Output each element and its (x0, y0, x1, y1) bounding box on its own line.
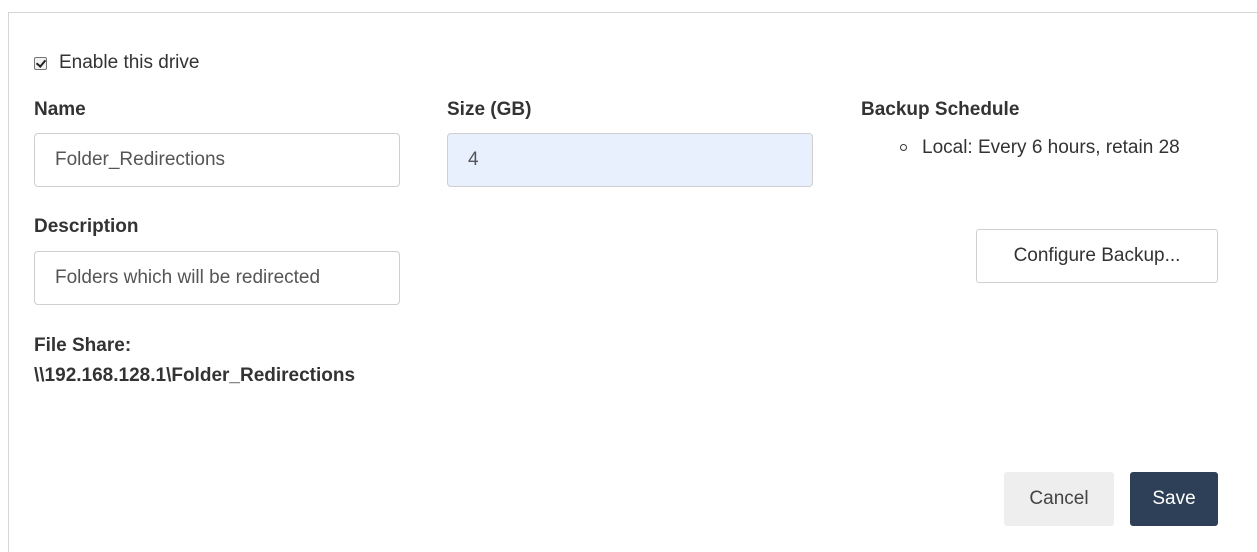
enable-drive-row[interactable]: Enable this drive (34, 50, 199, 76)
configure-backup-button[interactable]: Configure Backup... (976, 229, 1218, 283)
circle-bullet-icon (900, 144, 907, 151)
size-label: Size (GB) (447, 99, 532, 120)
name-input[interactable] (34, 133, 400, 187)
description-input[interactable] (34, 251, 400, 305)
enable-drive-checkbox[interactable] (34, 56, 47, 70)
backup-schedule-item-text: Local: Every 6 hours, retain 28 (922, 137, 1180, 158)
size-input[interactable] (447, 133, 813, 187)
save-button[interactable]: Save (1130, 472, 1218, 526)
cancel-button[interactable]: Cancel (1004, 472, 1114, 526)
backup-schedule-title: Backup Schedule (861, 99, 1020, 120)
backup-schedule-list: Local: Every 6 hours, retain 28 (896, 134, 1216, 161)
enable-drive-label: Enable this drive (59, 52, 200, 73)
name-label: Name (34, 99, 86, 120)
description-label: Description (34, 216, 139, 237)
backup-schedule-item: Local: Every 6 hours, retain 28 (896, 134, 1216, 161)
file-share-label: File Share: (34, 335, 132, 356)
file-share-path: \\192.168.128.1\Folder_Redirections (34, 365, 356, 386)
